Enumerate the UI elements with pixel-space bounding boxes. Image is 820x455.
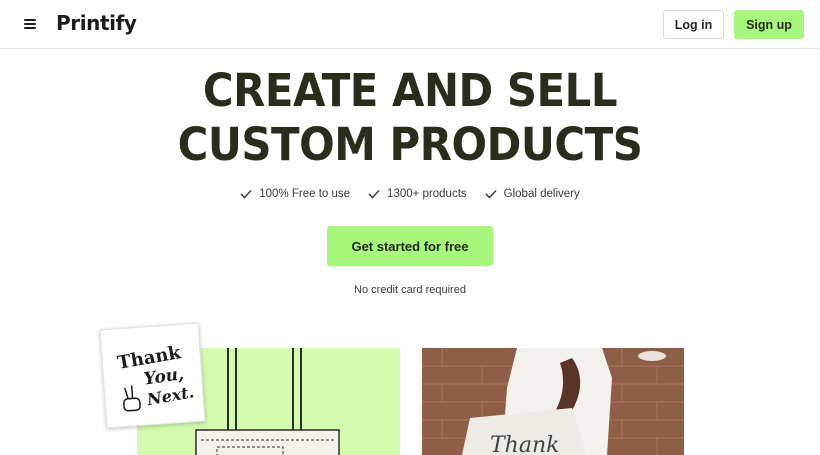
thank-you-next-sticker: Thank You, Next. xyxy=(99,322,206,429)
hamburger-menu-icon[interactable] xyxy=(22,15,40,33)
feature-item-products: 1300+ products xyxy=(368,188,467,200)
check-icon xyxy=(368,189,380,199)
hero-title-line-1: CREATE AND SELL xyxy=(202,64,618,117)
hero-title-line-2: CUSTOM PRODUCTS xyxy=(177,118,643,171)
hero-title: CREATE AND SELL CUSTOM PRODUCTS xyxy=(0,64,820,172)
sticker-lettering: Thank You, Next. xyxy=(116,342,195,412)
login-button[interactable]: Log in xyxy=(663,10,724,39)
get-started-button[interactable]: Get started for free xyxy=(327,226,493,266)
signup-button[interactable]: Sign up xyxy=(734,10,804,39)
check-icon xyxy=(240,189,252,199)
feature-label: Global delivery xyxy=(503,188,580,200)
feature-label: 100% Free to use xyxy=(259,188,351,200)
no-credit-card-note: No credit card required xyxy=(354,284,466,296)
photo-scene: Thank xyxy=(422,348,684,455)
tote-bag-lifestyle-photo: Thank xyxy=(422,348,684,455)
feature-item-free: 100% Free to use xyxy=(240,188,350,200)
tote-bag-illustration xyxy=(195,348,340,455)
printify-logo[interactable]: Printify xyxy=(56,11,137,35)
feature-item-delivery: Global delivery xyxy=(485,188,580,200)
check-icon xyxy=(485,189,497,199)
feature-list: 100% Free to use 1300+ products Global d… xyxy=(0,188,820,200)
peace-hand-icon xyxy=(123,385,141,412)
photo-bag-text: Thank xyxy=(490,433,559,455)
top-navbar: Printify Log in Sign up xyxy=(0,0,820,49)
feature-label: 1300+ products xyxy=(387,188,467,200)
